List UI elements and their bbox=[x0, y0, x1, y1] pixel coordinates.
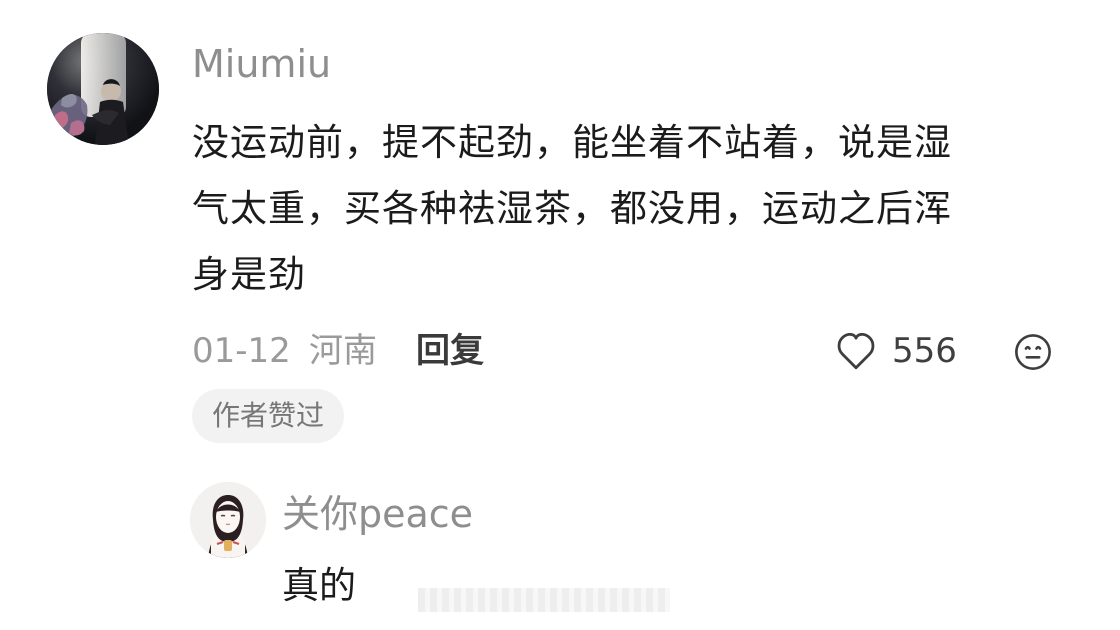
comment-text: 没运动前，提不起劲，能坐着不站着，说是湿 气太重，买各种祛湿茶，都没用，运动之后… bbox=[192, 110, 1072, 308]
emoji-icon[interactable] bbox=[1012, 331, 1054, 373]
comment-region: 河南 bbox=[309, 331, 377, 371]
reply-username[interactable]: 关你peace bbox=[282, 490, 473, 538]
main-comment: Miumiu 没运动前，提不起劲，能坐着不站着，说是湿 气太重，买各种祛湿茶，都… bbox=[0, 0, 1120, 470]
comment-text-line-1: 没运动前，提不起劲，能坐着不站着，说是湿 bbox=[192, 121, 952, 164]
reply-button[interactable]: 回复 bbox=[416, 325, 484, 377]
comment-text-line-2: 气太重，买各种祛湿茶，都没用，运动之后浑 bbox=[192, 187, 952, 230]
reply-text: 真的 bbox=[282, 564, 356, 607]
comment-meta: 01-12 河南 回复 556 bbox=[192, 325, 1072, 377]
heart-icon[interactable] bbox=[835, 333, 877, 371]
comment-date: 01-12 bbox=[192, 331, 291, 371]
comment-username[interactable]: Miumiu bbox=[192, 40, 331, 88]
reply-user-avatar[interactable] bbox=[190, 482, 266, 558]
faded-strip bbox=[418, 588, 670, 612]
like-count: 556 bbox=[892, 331, 957, 371]
user-avatar[interactable] bbox=[47, 33, 159, 145]
author-liked-badge: 作者赞过 bbox=[192, 389, 345, 443]
comment-text-line-3: 身是劲 bbox=[192, 253, 306, 296]
